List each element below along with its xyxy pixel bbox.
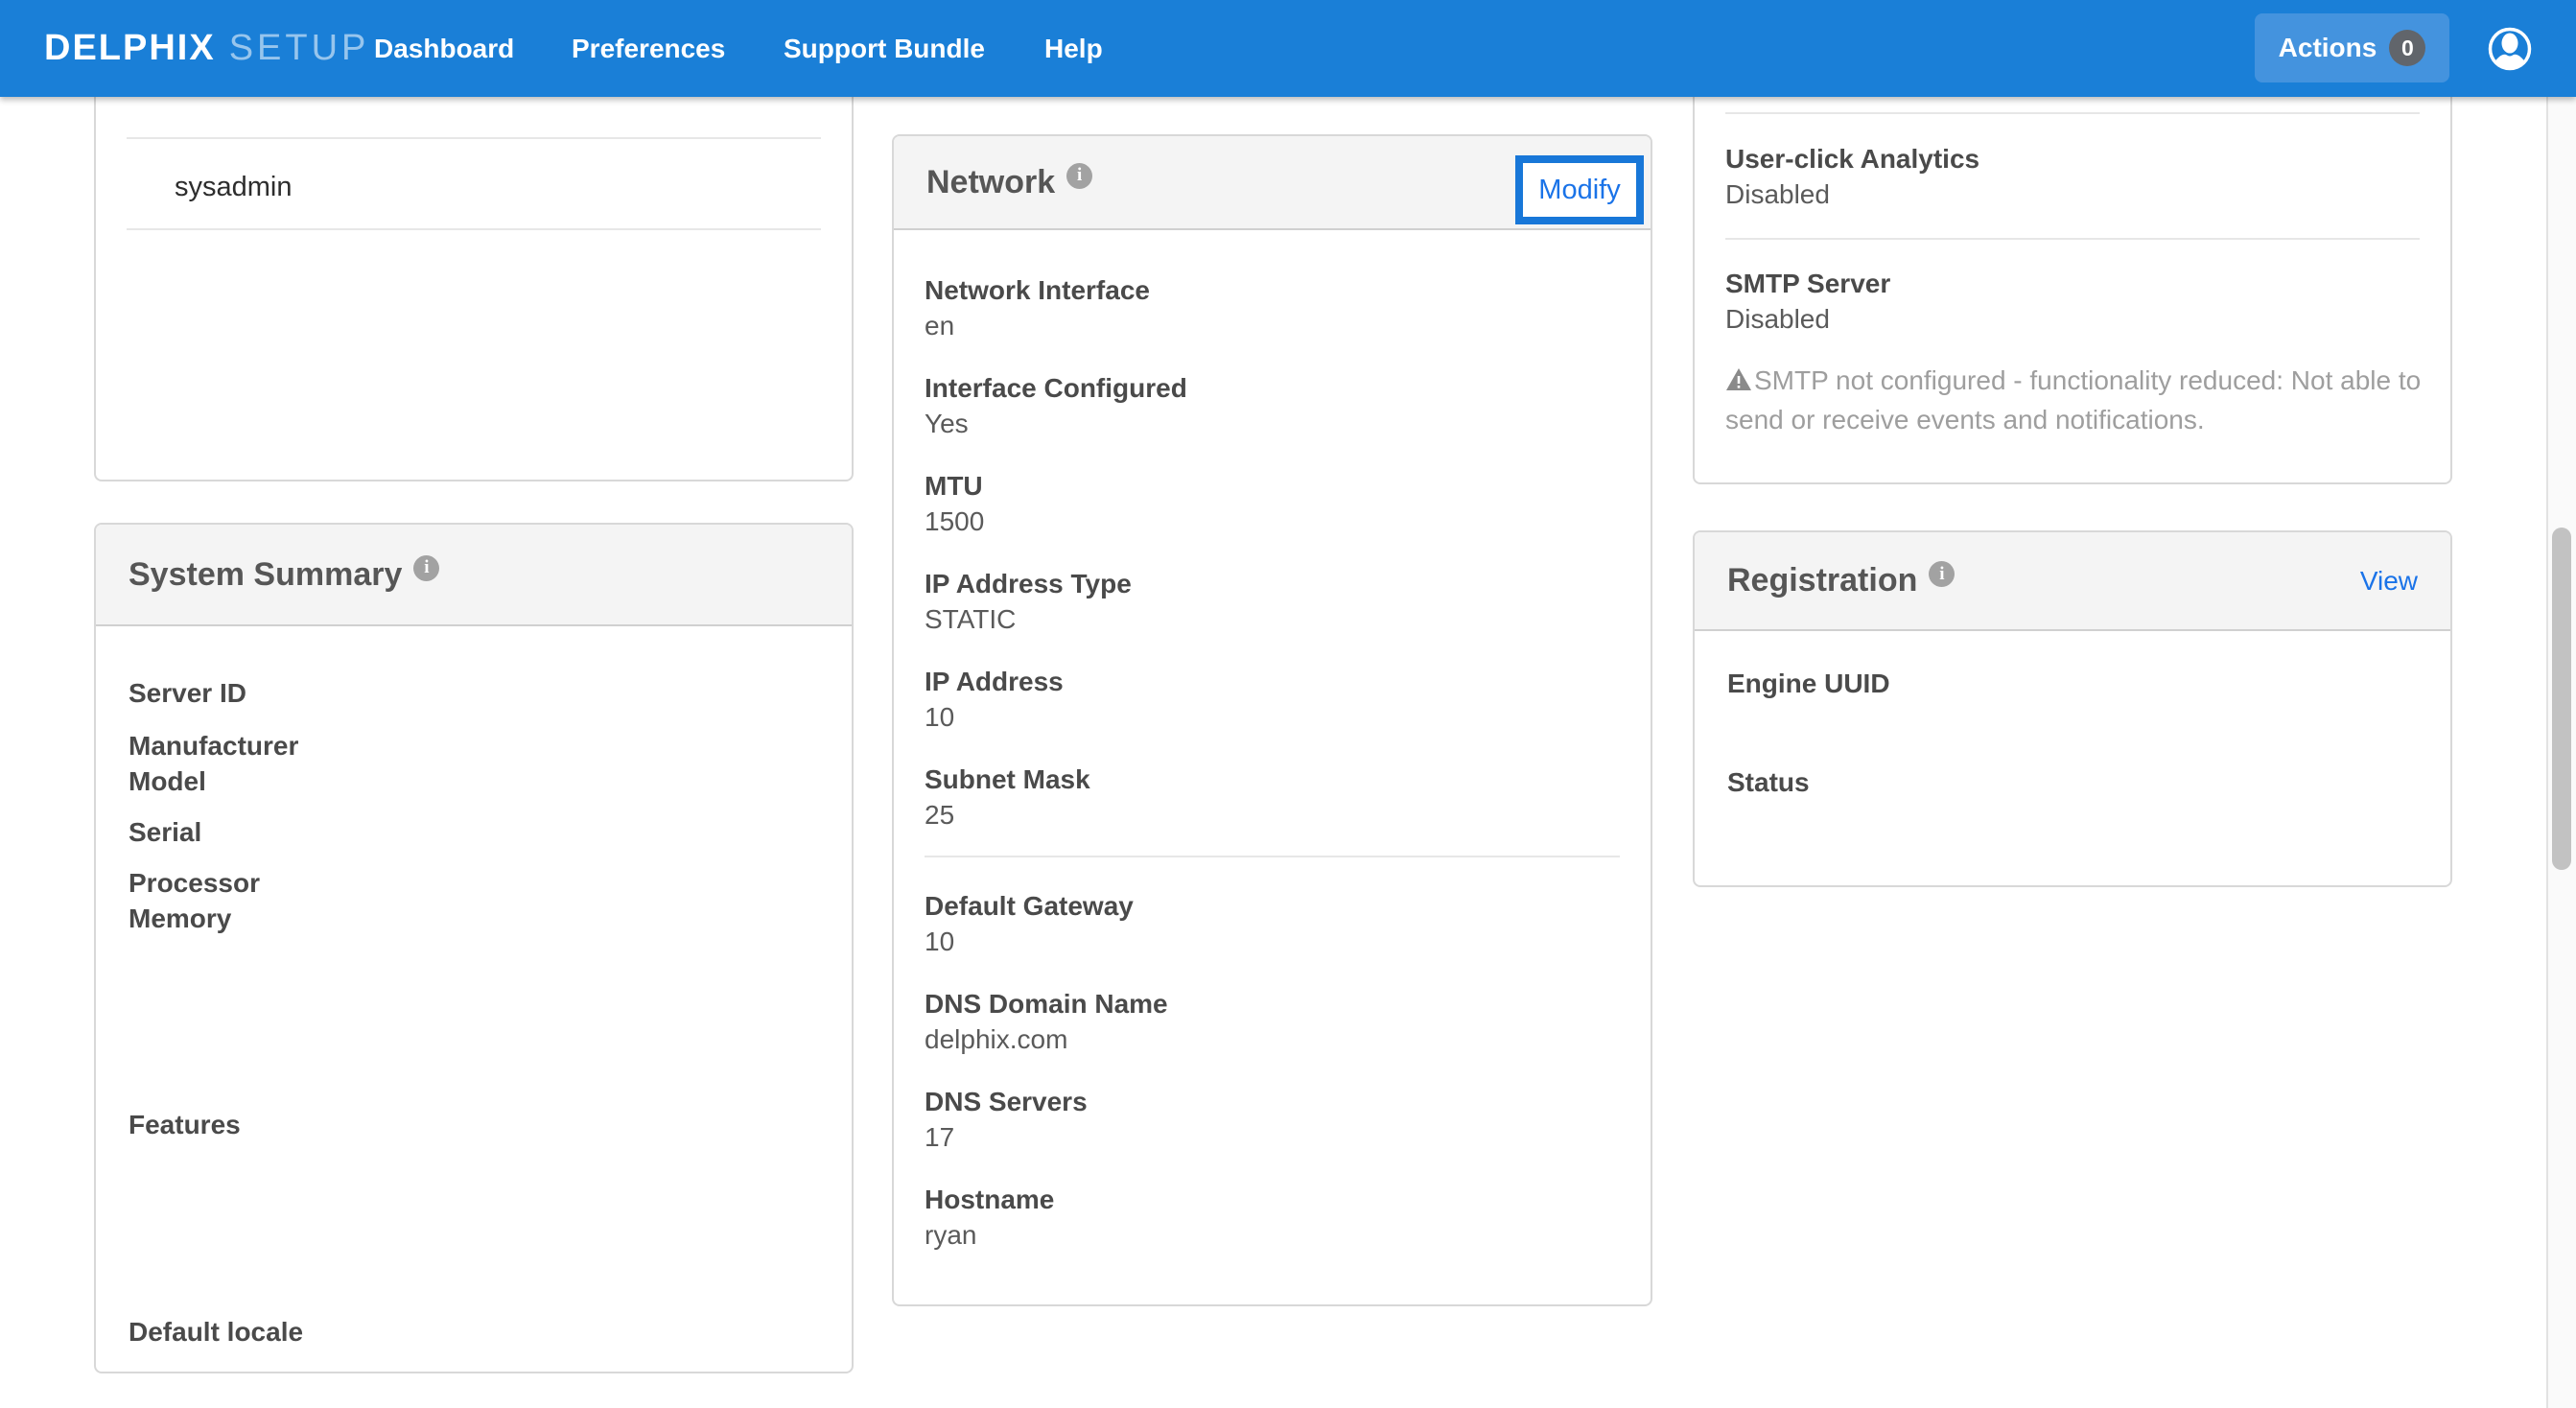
- registration-title: Registration: [1727, 562, 1917, 599]
- system-summary-card: System Summary i Server ID Manufacturer …: [94, 523, 854, 1373]
- divider: [925, 856, 1620, 857]
- smtp-warning-text: SMTP not configured - functionality redu…: [1725, 363, 2425, 438]
- field-label: SMTP Server: [1725, 266, 2420, 301]
- field-label: IP Address Type: [925, 566, 1620, 601]
- scrollbar-track[interactable]: [2546, 97, 2576, 1408]
- field-label-model: Model: [129, 763, 206, 799]
- delphix-setup-logo: DELPHIX SETUP: [44, 0, 369, 97]
- nav-item-support-bundle[interactable]: Support Bundle: [784, 0, 985, 97]
- divider: [1725, 238, 2420, 240]
- field-value: 10: [925, 924, 1620, 959]
- network-field: Network Interface en: [925, 272, 1620, 343]
- network-field: MTU 1500: [925, 468, 1620, 539]
- network-title: Network: [926, 164, 1055, 201]
- field-label-serial: Serial: [129, 814, 201, 850]
- field-value: Disabled: [1725, 176, 2420, 212]
- field-label-default-locale: Default locale: [129, 1314, 303, 1349]
- network-field: DNS Domain Name delphix.com: [925, 986, 1620, 1057]
- scrollbar-thumb[interactable]: [2552, 528, 2571, 870]
- field-label: DNS Domain Name: [925, 986, 1620, 1021]
- info-icon[interactable]: i: [1929, 561, 1955, 587]
- field-label-engine-uuid: Engine UUID: [1727, 666, 1890, 701]
- field-value: 25: [925, 797, 1620, 833]
- field-label: IP Address: [925, 664, 1620, 699]
- user-avatar-icon[interactable]: [2488, 27, 2532, 71]
- field-label: Hostname: [925, 1182, 1620, 1217]
- warning-message: SMTP not configured - functionality redu…: [1725, 365, 2421, 434]
- users-card: sysadmin: [94, 82, 854, 481]
- field-label: User-click Analytics: [1725, 141, 2420, 176]
- status-card: User-click Analytics Disabled SMTP Serve…: [1693, 82, 2452, 484]
- nav-item-help[interactable]: Help: [1044, 0, 1103, 97]
- field-value: STATIC: [925, 601, 1620, 637]
- registration-view-link[interactable]: View: [2360, 566, 2418, 597]
- brand-secondary: SETUP: [229, 28, 370, 69]
- field-value: ryan: [925, 1217, 1620, 1253]
- network-field: IP Address Type STATIC: [925, 566, 1620, 637]
- divider: [1725, 112, 2420, 114]
- network-field: Default Gateway 10: [925, 888, 1620, 959]
- network-field: DNS Servers 17: [925, 1084, 1620, 1155]
- field-value: Yes: [925, 406, 1620, 441]
- network-field: Subnet Mask 25: [925, 762, 1620, 833]
- field-label: MTU: [925, 468, 1620, 504]
- top-nav-bar: DELPHIX SETUP Dashboard Preferences Supp…: [0, 0, 2576, 97]
- field-label: DNS Servers: [925, 1084, 1620, 1119]
- network-field: IP Address 10: [925, 664, 1620, 735]
- field-label-memory: Memory: [129, 901, 231, 936]
- actions-button-label: Actions: [2279, 33, 2377, 63]
- field-value: en: [925, 308, 1620, 343]
- network-card: Network i Modify Network Interface en In…: [892, 134, 1652, 1306]
- network-field: Hostname ryan: [925, 1182, 1620, 1253]
- field-value: delphix.com: [925, 1021, 1620, 1057]
- registration-header: Registration i View: [1695, 532, 2450, 631]
- actions-count-badge: 0: [2389, 30, 2425, 66]
- field-label-processor: Processor: [129, 865, 260, 901]
- delphix-setup-dashboard: DELPHIX SETUP Dashboard Preferences Supp…: [0, 0, 2576, 1408]
- field-label-status: Status: [1727, 764, 1810, 800]
- field-value: Disabled: [1725, 301, 2420, 337]
- divider: [127, 137, 821, 139]
- field-label: Default Gateway: [925, 888, 1620, 924]
- registration-card: Registration i View Engine UUID Status: [1693, 530, 2452, 887]
- system-summary-title: System Summary: [129, 556, 402, 594]
- field-label-manufacturer: Manufacturer: [129, 728, 298, 763]
- status-field: User-click Analytics Disabled: [1725, 141, 2420, 212]
- network-field: Interface Configured Yes: [925, 370, 1620, 441]
- field-label: Network Interface: [925, 272, 1620, 308]
- nav-item-preferences[interactable]: Preferences: [572, 0, 725, 97]
- brand-primary: DELPHIX: [44, 28, 216, 69]
- info-icon[interactable]: i: [413, 555, 439, 581]
- field-label: Subnet Mask: [925, 762, 1620, 797]
- system-summary-header: System Summary i: [96, 525, 852, 626]
- field-value: 17: [925, 1119, 1620, 1155]
- info-icon[interactable]: i: [1066, 163, 1092, 189]
- network-modify-button[interactable]: Modify: [1515, 155, 1644, 224]
- actions-button[interactable]: Actions 0: [2255, 13, 2449, 82]
- field-label-server-id: Server ID: [129, 675, 246, 711]
- field-label: Interface Configured: [925, 370, 1620, 406]
- field-value: 10: [925, 699, 1620, 735]
- field-value: 1500: [925, 504, 1620, 539]
- nav-item-dashboard[interactable]: Dashboard: [374, 0, 514, 97]
- warning-icon: [1725, 365, 1752, 402]
- field-label-features: Features: [129, 1107, 241, 1142]
- status-field: SMTP Server Disabled: [1725, 266, 2420, 337]
- user-row-sysadmin[interactable]: sysadmin: [175, 170, 293, 204]
- divider: [127, 228, 821, 230]
